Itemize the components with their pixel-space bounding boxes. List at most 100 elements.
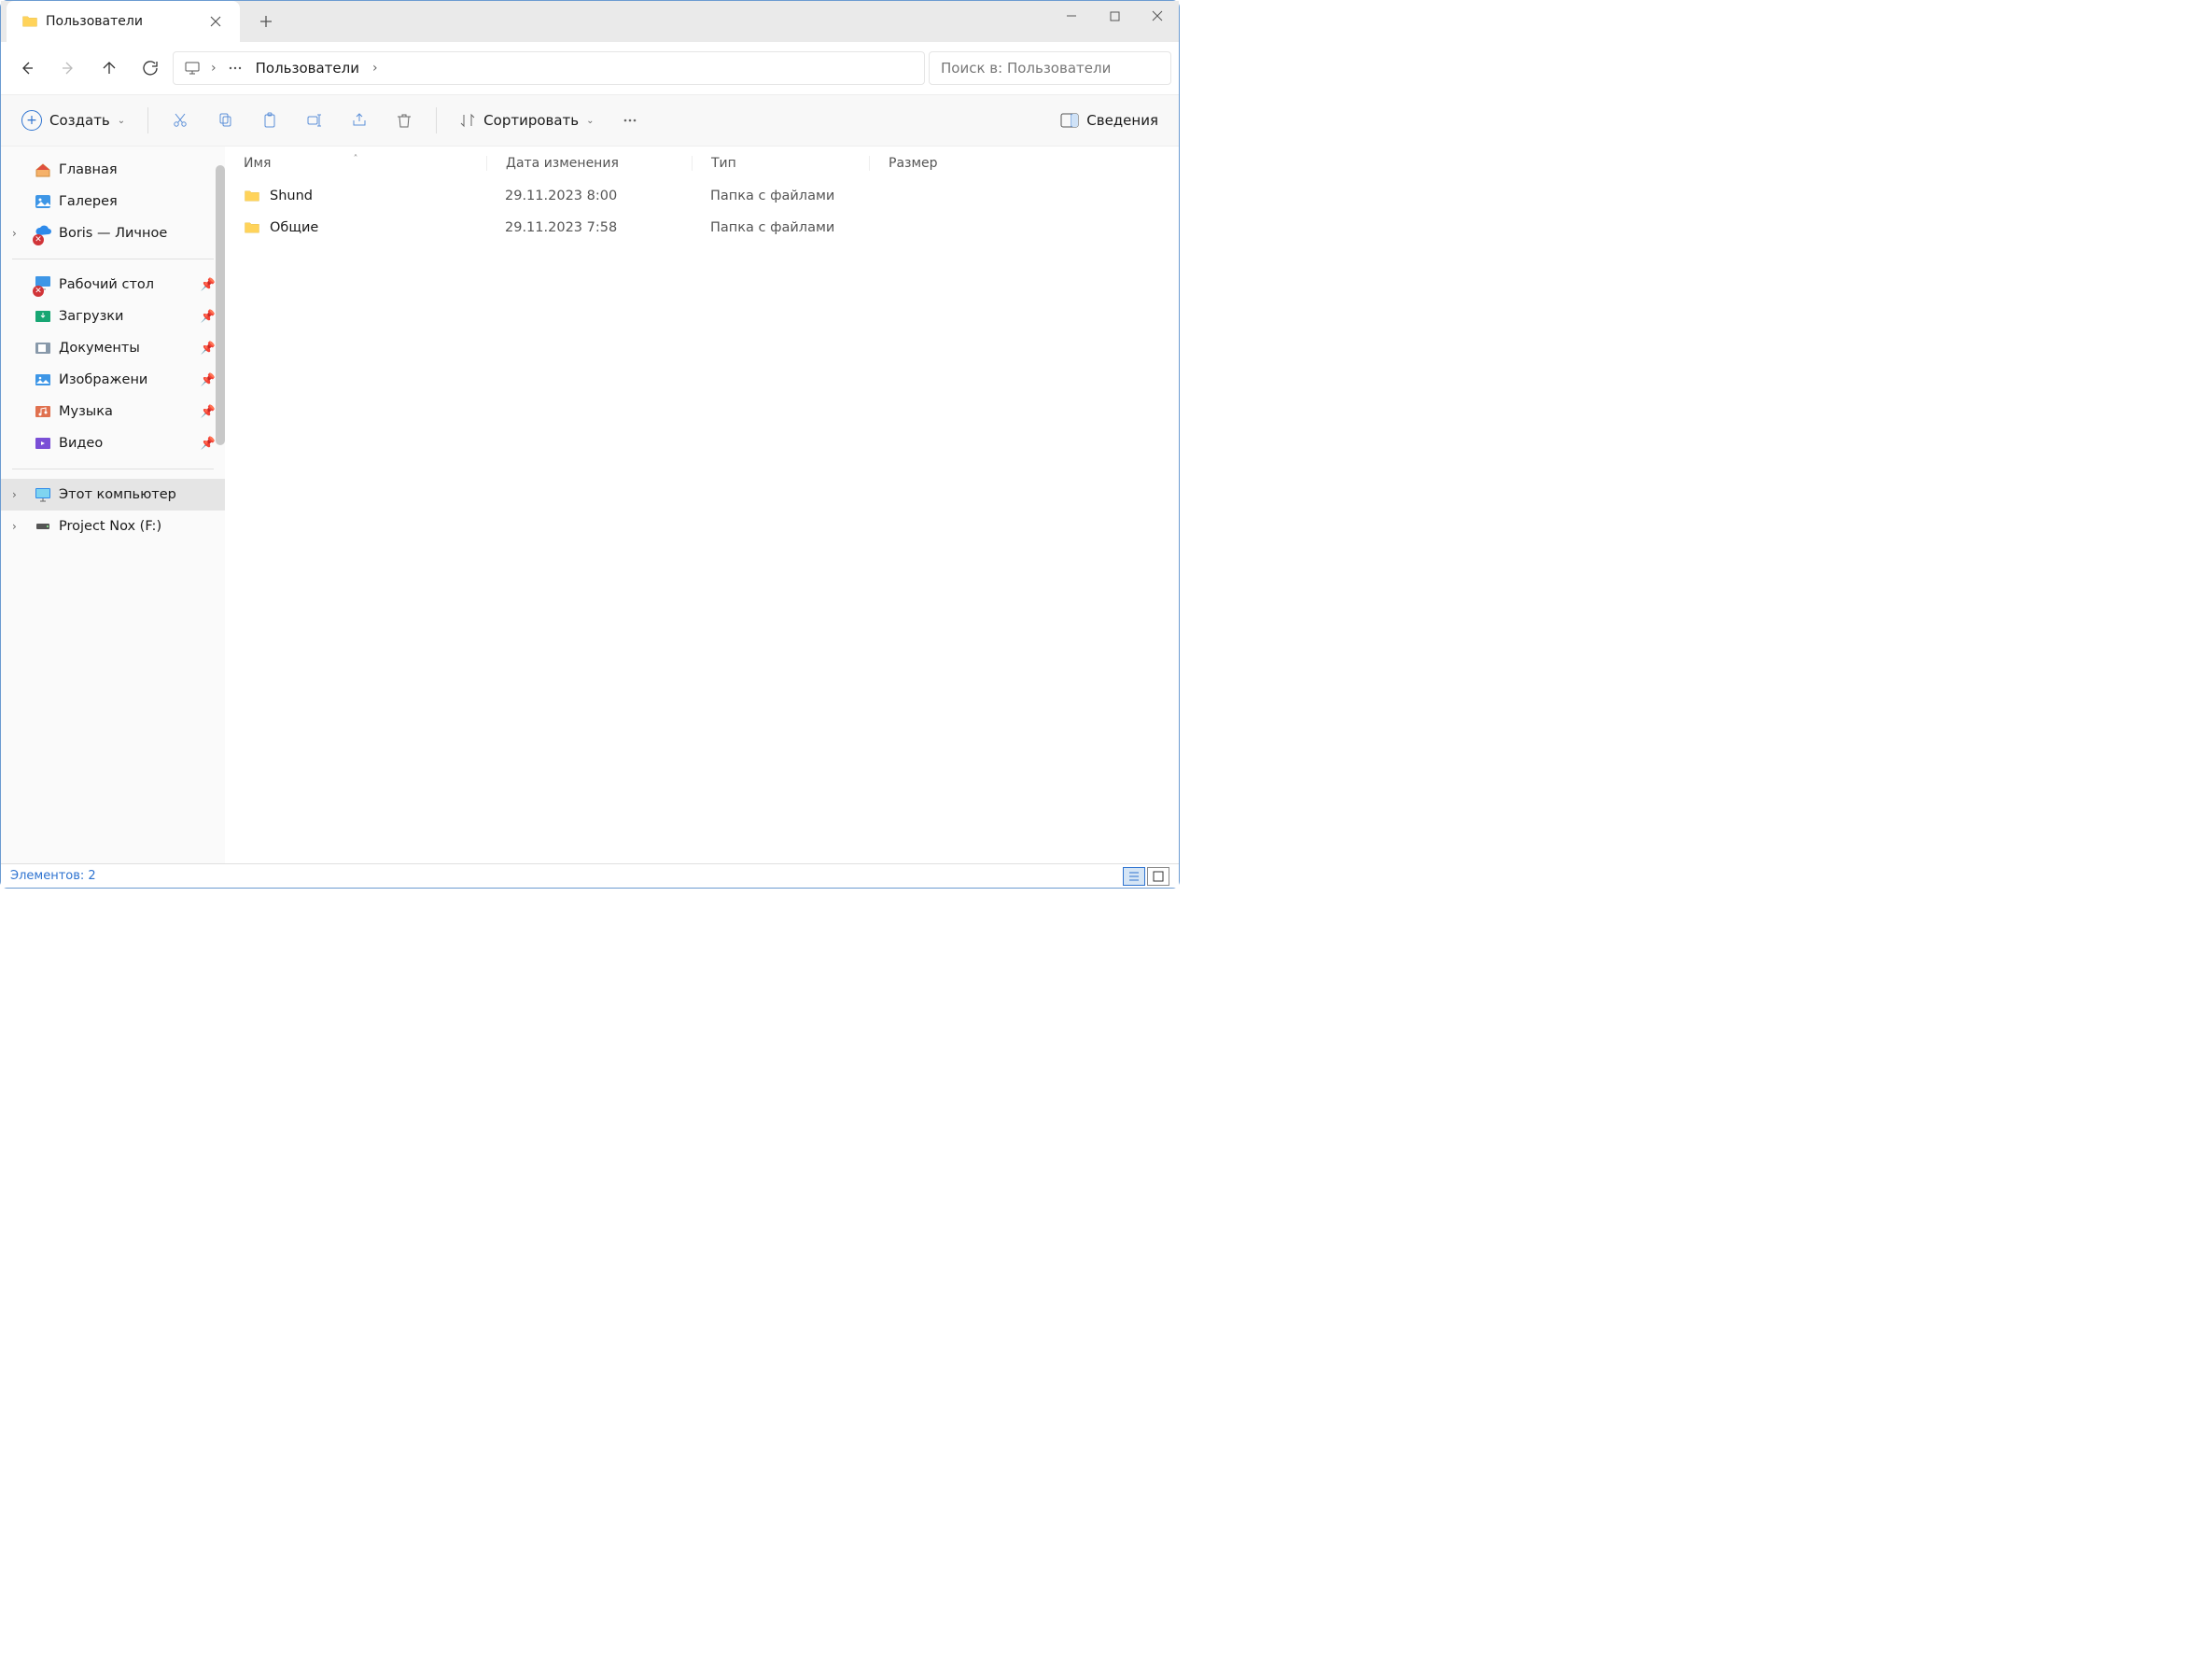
window-controls xyxy=(1050,1,1179,31)
sidebar-item-pictures[interactable]: Изображени 📌 xyxy=(1,364,225,396)
cut-button[interactable] xyxy=(161,104,199,137)
column-type[interactable]: Тип xyxy=(692,156,869,171)
share-button[interactable] xyxy=(341,104,378,137)
delete-button[interactable] xyxy=(385,104,423,137)
rename-icon xyxy=(306,112,323,129)
close-icon xyxy=(1152,10,1163,21)
drive-icon xyxy=(35,518,51,535)
arrow-right-icon xyxy=(60,60,77,77)
close-icon xyxy=(210,16,221,27)
titlebar: Пользователи xyxy=(1,1,1179,42)
up-button[interactable] xyxy=(91,49,128,87)
file-row[interactable]: Shund 29.11.2023 8:00 Папка с файлами xyxy=(225,180,1179,212)
refresh-icon xyxy=(142,60,159,77)
separator xyxy=(147,107,148,133)
rename-button[interactable] xyxy=(296,104,333,137)
file-list: Имя ˄ Дата изменения Тип Размер Shund 29… xyxy=(225,147,1179,863)
file-rows: Shund 29.11.2023 8:00 Папка с файлами Об… xyxy=(225,180,1179,863)
share-icon xyxy=(351,112,368,129)
breadcrumb-current[interactable]: Пользователи xyxy=(250,60,365,77)
sidebar: Главная Галерея › ✕ Boris — Личное ✕ Раб… xyxy=(1,147,225,863)
chevron-down-icon: ⌄ xyxy=(586,116,594,126)
copy-button[interactable] xyxy=(206,104,244,137)
folder-icon xyxy=(21,13,38,30)
sidebar-item-drive-f[interactable]: › Project Nox (F:) xyxy=(1,511,225,542)
breadcrumb[interactable]: › Пользователи › xyxy=(173,51,925,85)
paste-icon xyxy=(261,112,278,129)
view-details-button[interactable] xyxy=(1123,867,1145,886)
sidebar-item-documents[interactable]: Документы 📌 xyxy=(1,332,225,364)
maximize-button[interactable] xyxy=(1093,1,1136,31)
view-large-button[interactable] xyxy=(1147,867,1169,886)
column-name[interactable]: Имя ˄ xyxy=(225,156,486,171)
plus-circle-icon: + xyxy=(21,110,42,131)
refresh-button[interactable] xyxy=(132,49,169,87)
sidebar-item-onedrive[interactable]: › ✕ Boris — Личное xyxy=(1,217,225,249)
toolbar: + Создать ⌄ Сортировать ⌄ Сведения xyxy=(1,94,1179,147)
sidebar-item-music[interactable]: Музыка 📌 xyxy=(1,396,225,427)
sidebar-item-gallery[interactable]: Галерея xyxy=(1,186,225,217)
status-text: Элементов: 2 xyxy=(10,869,96,883)
pin-icon: 📌 xyxy=(201,310,216,324)
plus-icon xyxy=(259,15,273,28)
chevron-right-icon: › xyxy=(12,520,17,533)
details-pane-button[interactable]: Сведения xyxy=(1051,104,1168,137)
downloads-icon xyxy=(35,308,51,325)
new-tab-button[interactable] xyxy=(247,3,285,40)
pin-icon: 📌 xyxy=(201,437,216,451)
file-row[interactable]: Общие 29.11.2023 7:58 Папка с файлами xyxy=(225,212,1179,244)
sort-asc-icon: ˄ xyxy=(354,154,358,164)
this-pc-icon[interactable] xyxy=(181,57,203,79)
back-button[interactable] xyxy=(8,49,46,87)
chevron-right-icon: › xyxy=(12,488,17,501)
minimize-icon xyxy=(1066,10,1077,21)
more-icon[interactable] xyxy=(224,57,246,79)
tab-current[interactable]: Пользователи xyxy=(7,1,240,42)
error-badge-icon: ✕ xyxy=(33,286,44,297)
pin-icon: 📌 xyxy=(201,342,216,356)
chevron-right-icon[interactable]: › xyxy=(207,61,220,76)
scissors-icon xyxy=(172,112,189,129)
minimize-button[interactable] xyxy=(1050,1,1093,31)
maximize-icon xyxy=(1110,11,1120,21)
music-icon xyxy=(35,403,51,420)
sort-button[interactable]: Сортировать ⌄ xyxy=(450,104,603,137)
grid-view-icon xyxy=(1153,871,1164,882)
close-window-button[interactable] xyxy=(1136,1,1179,31)
column-size[interactable]: Размер xyxy=(869,156,981,171)
folder-icon xyxy=(244,188,260,204)
trash-icon xyxy=(396,112,413,129)
create-button[interactable]: + Создать ⌄ xyxy=(12,104,134,137)
sidebar-item-downloads[interactable]: Загрузки 📌 xyxy=(1,301,225,332)
monitor-icon xyxy=(35,486,51,503)
list-view-icon xyxy=(1128,871,1140,882)
status-bar: Элементов: 2 xyxy=(1,863,1179,888)
more-button[interactable] xyxy=(611,104,649,137)
gallery-icon xyxy=(35,193,51,210)
pin-icon: 📌 xyxy=(201,373,216,387)
search-placeholder: Поиск в: Пользователи xyxy=(941,60,1111,77)
arrow-left-icon xyxy=(19,60,35,77)
tab-title: Пользователи xyxy=(46,14,195,29)
chevron-down-icon: ⌄ xyxy=(118,116,125,126)
pin-icon: 📌 xyxy=(201,278,216,292)
sidebar-item-this-pc[interactable]: › Этот компьютер xyxy=(1,479,225,511)
sidebar-item-desktop[interactable]: ✕ Рабочий стол 📌 xyxy=(1,269,225,301)
tab-close-button[interactable] xyxy=(203,8,229,35)
paste-button[interactable] xyxy=(251,104,288,137)
details-pane-icon xyxy=(1060,113,1079,128)
search-input[interactable]: Поиск в: Пользователи xyxy=(929,51,1171,85)
sidebar-item-home[interactable]: Главная xyxy=(1,154,225,186)
sidebar-item-videos[interactable]: Видео 📌 xyxy=(1,427,225,459)
pin-icon: 📌 xyxy=(201,405,216,419)
column-date[interactable]: Дата изменения xyxy=(486,156,692,171)
chevron-right-icon[interactable]: › xyxy=(369,61,382,76)
arrow-up-icon xyxy=(101,60,118,77)
address-bar: › Пользователи › Поиск в: Пользователи xyxy=(1,42,1179,94)
forward-button[interactable] xyxy=(49,49,87,87)
more-icon xyxy=(622,112,638,129)
pictures-icon xyxy=(35,371,51,388)
chevron-right-icon: › xyxy=(12,227,17,240)
error-badge-icon: ✕ xyxy=(33,234,44,245)
documents-icon xyxy=(35,340,51,357)
